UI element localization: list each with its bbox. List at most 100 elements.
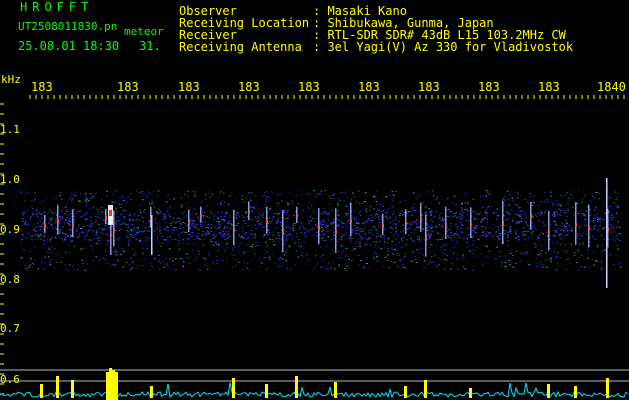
noise-pixel bbox=[495, 218, 498, 220]
noise-pixel bbox=[615, 235, 618, 237]
noise-pixel bbox=[203, 239, 206, 241]
noise-pixel bbox=[251, 225, 253, 227]
noise-pixel bbox=[545, 252, 547, 254]
noise-pixel bbox=[166, 202, 168, 204]
noise-pixel bbox=[404, 267, 406, 269]
noise-pixel bbox=[454, 215, 456, 217]
noise-pixel bbox=[333, 234, 335, 236]
echo-peak bbox=[382, 224, 384, 228]
noise-pixel bbox=[527, 231, 529, 233]
noise-pixel bbox=[285, 220, 288, 222]
noise-pixel bbox=[101, 207, 104, 209]
noise-pixel bbox=[515, 229, 517, 231]
noise-pixel bbox=[376, 190, 379, 192]
noise-pixel bbox=[585, 233, 588, 235]
noise-pixel bbox=[199, 268, 201, 270]
noise-pixel bbox=[493, 212, 495, 214]
noise-pixel bbox=[378, 218, 380, 220]
noise-pixel bbox=[67, 235, 69, 237]
noise-pixel bbox=[54, 247, 56, 249]
noise-pixel bbox=[489, 190, 491, 192]
noise-pixel bbox=[612, 236, 615, 238]
noise-pixel bbox=[619, 240, 621, 241]
noise-pixel bbox=[549, 248, 551, 250]
noise-pixel bbox=[555, 224, 557, 226]
noise-pixel bbox=[536, 229, 538, 231]
noise-pixel bbox=[285, 251, 287, 253]
noise-pixel bbox=[124, 210, 127, 212]
noise-pixel bbox=[459, 222, 461, 224]
noise-pixel bbox=[567, 200, 569, 202]
noise-pixel bbox=[321, 259, 324, 261]
noise-pixel bbox=[414, 229, 416, 231]
noise-pixel bbox=[220, 203, 222, 205]
noise-pixel bbox=[432, 195, 435, 197]
noise-pixel bbox=[129, 220, 131, 222]
noise-pixel bbox=[172, 257, 174, 259]
noise-pixel bbox=[473, 255, 476, 257]
noise-pixel bbox=[438, 257, 440, 259]
noise-pixel bbox=[493, 224, 495, 226]
noise-pixel bbox=[85, 204, 88, 206]
noise-pixel bbox=[442, 244, 444, 246]
noise-pixel bbox=[590, 200, 592, 202]
noise-pixel bbox=[450, 232, 452, 234]
noise-pixel bbox=[258, 225, 260, 227]
noise-pixel bbox=[505, 211, 508, 213]
noise-pixel bbox=[498, 234, 500, 236]
noise-pixel bbox=[89, 193, 92, 195]
noise-pixel bbox=[456, 230, 458, 232]
noise-pixel bbox=[557, 252, 559, 254]
noise-pixel bbox=[155, 222, 158, 224]
noise-pixel bbox=[512, 257, 515, 259]
noise-pixel bbox=[344, 234, 347, 236]
noise-pixel bbox=[264, 192, 266, 194]
noise-pixel bbox=[560, 238, 563, 240]
noise-pixel bbox=[345, 232, 348, 234]
noise-pixel bbox=[577, 202, 579, 204]
noise-pixel bbox=[148, 226, 150, 227]
noise-pixel bbox=[507, 199, 510, 201]
noise-pixel bbox=[531, 205, 534, 207]
noise-pixel bbox=[614, 199, 617, 201]
noise-pixel bbox=[48, 256, 50, 258]
noise-pixel bbox=[30, 216, 32, 218]
noise-pixel bbox=[537, 236, 539, 238]
noise-pixel bbox=[123, 250, 126, 252]
noise-pixel bbox=[212, 237, 214, 239]
noise-pixel bbox=[350, 198, 353, 200]
noise-pixel bbox=[287, 233, 290, 235]
noise-pixel bbox=[609, 216, 611, 218]
noise-pixel bbox=[159, 210, 161, 212]
noise-pixel bbox=[213, 219, 215, 221]
noise-pixel bbox=[217, 250, 220, 252]
noise-pixel bbox=[151, 202, 153, 204]
noise-pixel bbox=[185, 257, 187, 259]
noise-pixel bbox=[332, 223, 335, 225]
noise-pixel bbox=[494, 257, 496, 259]
noise-pixel bbox=[297, 203, 299, 205]
noise-pixel bbox=[573, 255, 576, 257]
noise-pixel bbox=[76, 236, 79, 238]
noise-pixel bbox=[428, 208, 430, 210]
noise-pixel bbox=[522, 233, 525, 235]
noise-pixel bbox=[381, 237, 383, 239]
noise-pixel bbox=[170, 223, 172, 225]
noise-pixel bbox=[473, 225, 476, 227]
noise-pixel bbox=[344, 268, 346, 269]
noise-pixel bbox=[36, 194, 38, 196]
noise-pixel bbox=[33, 259, 36, 260]
noise-pixel bbox=[191, 232, 193, 233]
noise-pixel bbox=[455, 217, 458, 219]
noise-pixel bbox=[473, 249, 475, 251]
noise-pixel bbox=[599, 220, 601, 222]
noise-pixel bbox=[583, 224, 586, 226]
noise-pixel bbox=[358, 222, 360, 224]
noise-pixel bbox=[295, 233, 298, 235]
noise-pixel bbox=[157, 250, 159, 252]
noise-pixel bbox=[353, 196, 356, 198]
noise-pixel bbox=[610, 254, 612, 256]
noise-pixel bbox=[482, 235, 484, 236]
noise-pixel bbox=[616, 196, 618, 197]
noise-pixel bbox=[337, 210, 339, 212]
